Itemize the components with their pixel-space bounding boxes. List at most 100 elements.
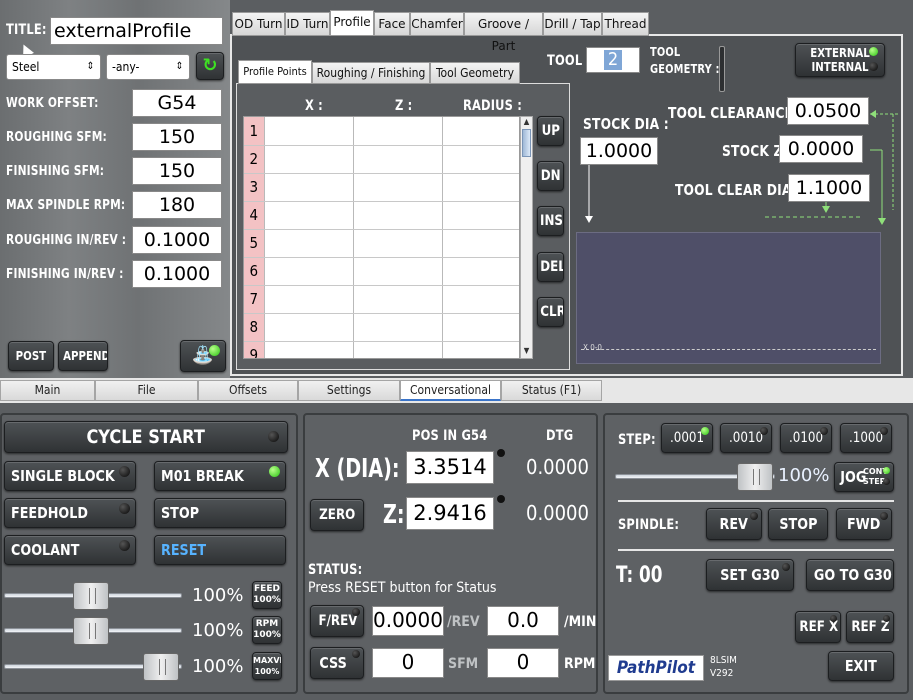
exit-button[interactable]: EXIT	[828, 651, 894, 681]
finishing-in-rev-field[interactable]: 0.1000	[132, 260, 222, 288]
jog-speed-knob[interactable]	[737, 463, 773, 491]
feedhold-button[interactable]: FEEDHOLD	[4, 498, 136, 528]
tab-drill-tap[interactable]: Drill / Tap	[543, 12, 602, 36]
refresh-button[interactable]: ↻	[196, 52, 224, 80]
table-row[interactable]: 1	[244, 117, 519, 146]
row-down-button[interactable]: DN	[537, 161, 564, 191]
rpm-override-knob[interactable]	[73, 617, 109, 645]
tool-geometry-label-1: TOOL	[650, 45, 681, 59]
version-label-2: V292	[710, 668, 734, 679]
table-row[interactable]: 5	[244, 229, 519, 258]
material-select[interactable]: Steel ⇕	[6, 54, 101, 80]
work-offset-field[interactable]: G54	[132, 89, 222, 117]
spindle-fwd-button[interactable]: FWD	[836, 508, 892, 540]
roughing-in-rev-field[interactable]: 0.1000	[132, 226, 222, 254]
tab-thread[interactable]: Thread	[602, 12, 649, 36]
feed-override-knob[interactable]	[73, 582, 109, 610]
scroll-thumb[interactable]	[522, 129, 531, 157]
x-position-field[interactable]: 3.3514	[406, 451, 494, 484]
exit-label: EXIT	[845, 657, 877, 675]
feed-100-label: 100%	[253, 595, 281, 605]
grade-select[interactable]: -any- ⇕	[106, 54, 190, 80]
m01-break-led	[269, 466, 280, 477]
row-insert-button[interactable]: INS	[537, 206, 564, 236]
finishing-sfm-field[interactable]: 150	[132, 157, 222, 185]
tab-id-turn[interactable]: ID Turn	[285, 12, 330, 36]
rpm-100-label: 100%	[253, 630, 281, 640]
row-number: 5	[244, 229, 265, 258]
row-delete-button[interactable]: DEL	[537, 252, 564, 282]
css-button[interactable]: CSS	[310, 647, 364, 679]
stop-button[interactable]: STOP	[154, 498, 286, 528]
zero-button[interactable]: ZERO	[310, 499, 364, 531]
row-up-button[interactable]: UP	[537, 116, 564, 146]
step-1000-button[interactable]: .1000	[840, 423, 892, 453]
max-spindle-rpm-field[interactable]: 180	[132, 191, 222, 219]
scroll-down-icon[interactable]: ▼	[521, 346, 532, 358]
m01-break-button[interactable]: M01 BREAK	[154, 461, 286, 491]
reset-button[interactable]: RESET	[154, 535, 286, 565]
coolant-button[interactable]: COOLANT	[4, 535, 136, 565]
table-row[interactable]: 7	[244, 285, 519, 314]
sfm-field: 0	[372, 648, 444, 678]
external-internal-toggle[interactable]: EXTERNAL INTERNAL	[795, 43, 885, 77]
subtab-tool-geometry[interactable]: Tool Geometry	[430, 62, 520, 84]
step-0100-label: .0100	[788, 430, 824, 446]
tab-profile[interactable]: Profile	[330, 10, 374, 36]
go-to-g30-button[interactable]: GO TO G30	[806, 559, 894, 591]
tab-face[interactable]: Face	[374, 12, 410, 36]
append-button[interactable]: APPEND	[58, 341, 108, 371]
tab-file[interactable]: File	[95, 380, 198, 401]
ref-x-button[interactable]: REF X	[795, 611, 841, 643]
table-scrollbar[interactable]: ▲ ▼	[520, 116, 533, 359]
table-row[interactable]: 8	[244, 313, 519, 342]
tool-geometry-label-2: GEOMETRY :	[650, 62, 720, 76]
roughing-sfm-field[interactable]: 150	[132, 123, 222, 151]
spindle-rev-button[interactable]: REV	[706, 508, 762, 540]
step-0010-button[interactable]: .0010	[720, 423, 772, 453]
ref-z-button[interactable]: REF Z	[846, 611, 894, 643]
coolant-tap-button[interactable]: ⛲	[180, 340, 226, 372]
tab-settings[interactable]: Settings	[298, 380, 400, 401]
cycle-start-label: CYCLE START	[86, 426, 206, 448]
table-row[interactable]: 9	[244, 341, 519, 358]
scroll-up-icon[interactable]: ▲	[521, 117, 532, 129]
z-position-field[interactable]: 2.9416	[406, 497, 494, 530]
set-g30-button[interactable]: SET G30	[706, 559, 794, 591]
external-label: EXTERNAL	[810, 46, 870, 60]
table-row[interactable]: 2	[244, 145, 519, 174]
tab-offsets[interactable]: Offsets	[198, 380, 298, 401]
step-0100-button[interactable]: .0100	[780, 423, 832, 453]
col-header-x: X :	[305, 98, 323, 114]
tab-conversational[interactable]: Conversational	[400, 380, 501, 401]
tab-chamfer[interactable]: Chamfer	[410, 12, 464, 36]
status-text: Press RESET button for Status	[308, 580, 497, 596]
step-0001-button[interactable]: .0001	[661, 423, 713, 453]
jog-mode-button[interactable]: JOG CONT STEP	[834, 462, 894, 492]
feed-reset-button[interactable]: FEED 100%	[252, 581, 282, 609]
frev-button[interactable]: F/REV	[310, 605, 364, 637]
spindle-stop-button[interactable]: STOP	[768, 508, 828, 540]
table-row[interactable]: 3	[244, 173, 519, 202]
subtab-profile-points[interactable]: Profile Points	[238, 60, 312, 84]
maxvel-reset-button[interactable]: MAXVEL 100%	[252, 652, 282, 680]
feed-per-min-field: 0.0	[487, 606, 559, 636]
title-input[interactable]: externalProfile	[50, 17, 223, 45]
table-row[interactable]: 4	[244, 201, 519, 230]
maxvel-override-knob[interactable]	[143, 653, 179, 681]
rpm-reset-button[interactable]: RPM 100%	[252, 616, 282, 644]
tab-groove-part[interactable]: Groove / Part	[464, 12, 543, 53]
post-button[interactable]: POST	[8, 341, 54, 371]
tool-number-field[interactable]: 2	[586, 47, 640, 73]
tab-od-turn[interactable]: OD Turn	[232, 12, 285, 36]
table-row[interactable]: 6	[244, 257, 519, 286]
subtab-roughing-finishing[interactable]: Roughing / Finishing	[312, 62, 430, 84]
jog-speed-pct: 100%	[778, 465, 830, 486]
tab-main[interactable]: Main	[0, 380, 95, 401]
table-clear-button[interactable]: CLR	[537, 297, 564, 327]
x-axis-label: X (DIA):	[315, 454, 400, 484]
step-label: STEP:	[618, 432, 656, 448]
single-block-button[interactable]: SINGLE BLOCK	[4, 461, 136, 491]
cycle-start-button[interactable]: CYCLE START	[4, 421, 288, 453]
tab-status[interactable]: Status (F1)	[501, 380, 602, 401]
